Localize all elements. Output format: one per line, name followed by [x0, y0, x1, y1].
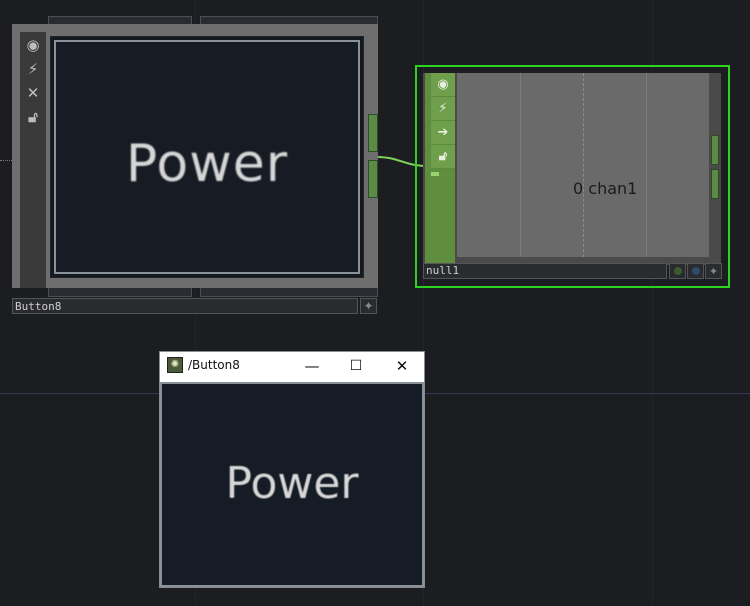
input-connector[interactable]	[431, 172, 439, 176]
power-label: Power	[125, 134, 289, 194]
grid-line	[520, 73, 521, 257]
channel-label: 0 chan1	[573, 179, 638, 198]
output-connector[interactable]	[711, 169, 719, 199]
button8-window[interactable]: ✺ /Button8 — ☐ ✕ Power	[159, 351, 425, 588]
window-title: /Button8	[188, 358, 240, 372]
render-flag[interactable]	[687, 263, 704, 279]
viewer-icon[interactable]: ◉	[20, 34, 46, 56]
bypass-icon[interactable]: ⚡	[20, 58, 46, 80]
display-flag[interactable]	[669, 263, 686, 279]
channel-viewer[interactable]: 0 chan1	[457, 73, 709, 257]
minimize-button[interactable]: —	[294, 354, 330, 378]
add-icon[interactable]: ✦	[360, 298, 377, 314]
button8-node[interactable]: ◉ ⚡ ✕ 🔓︎ Power	[12, 16, 378, 297]
node-frame: ◉ ⚡ ➔ 🔓︎ 0 chan1	[423, 73, 721, 265]
output-connector[interactable]	[368, 114, 378, 152]
node-frame: ◉ ⚡ ✕ 🔓︎ Power	[12, 24, 378, 288]
output-connector[interactable]	[368, 160, 378, 198]
app-icon: ✺	[167, 357, 183, 373]
bypass-icon[interactable]: ⚡	[431, 97, 455, 121]
lock-icon[interactable]: 🔓︎	[431, 145, 455, 169]
output-connector[interactable]	[711, 135, 719, 165]
node-bottom-tab	[48, 288, 192, 297]
null1-node[interactable]: ◉ ⚡ ➔ 🔓︎ 0 chan1 null1 ✦	[415, 65, 730, 288]
viewer-icon[interactable]: ◉	[431, 73, 455, 97]
lock-icon[interactable]: 🔓︎	[20, 106, 46, 128]
node-viewer[interactable]: Power	[50, 36, 364, 278]
delete-icon[interactable]: ✕	[20, 82, 46, 104]
center-line	[583, 73, 585, 257]
export-icon[interactable]: ➔	[431, 121, 455, 145]
node-bottom-tab	[200, 288, 378, 297]
node-icon-bar: ◉ ⚡ ➔ 🔓︎	[431, 73, 455, 169]
close-button[interactable]: ✕	[384, 354, 420, 378]
window-titlebar[interactable]: ✺ /Button8 — ☐ ✕	[160, 352, 424, 380]
power-label: Power	[225, 458, 359, 509]
node-icon-bar: ◉ ⚡ ✕ 🔓︎	[20, 32, 46, 288]
button8-name-field[interactable]: Button8	[12, 298, 358, 314]
add-icon[interactable]: ✦	[705, 263, 722, 279]
null1-name-field[interactable]: null1	[423, 263, 667, 279]
window-content[interactable]: Power	[160, 382, 424, 587]
grid-line	[646, 73, 647, 257]
maximize-button[interactable]: ☐	[338, 354, 374, 378]
